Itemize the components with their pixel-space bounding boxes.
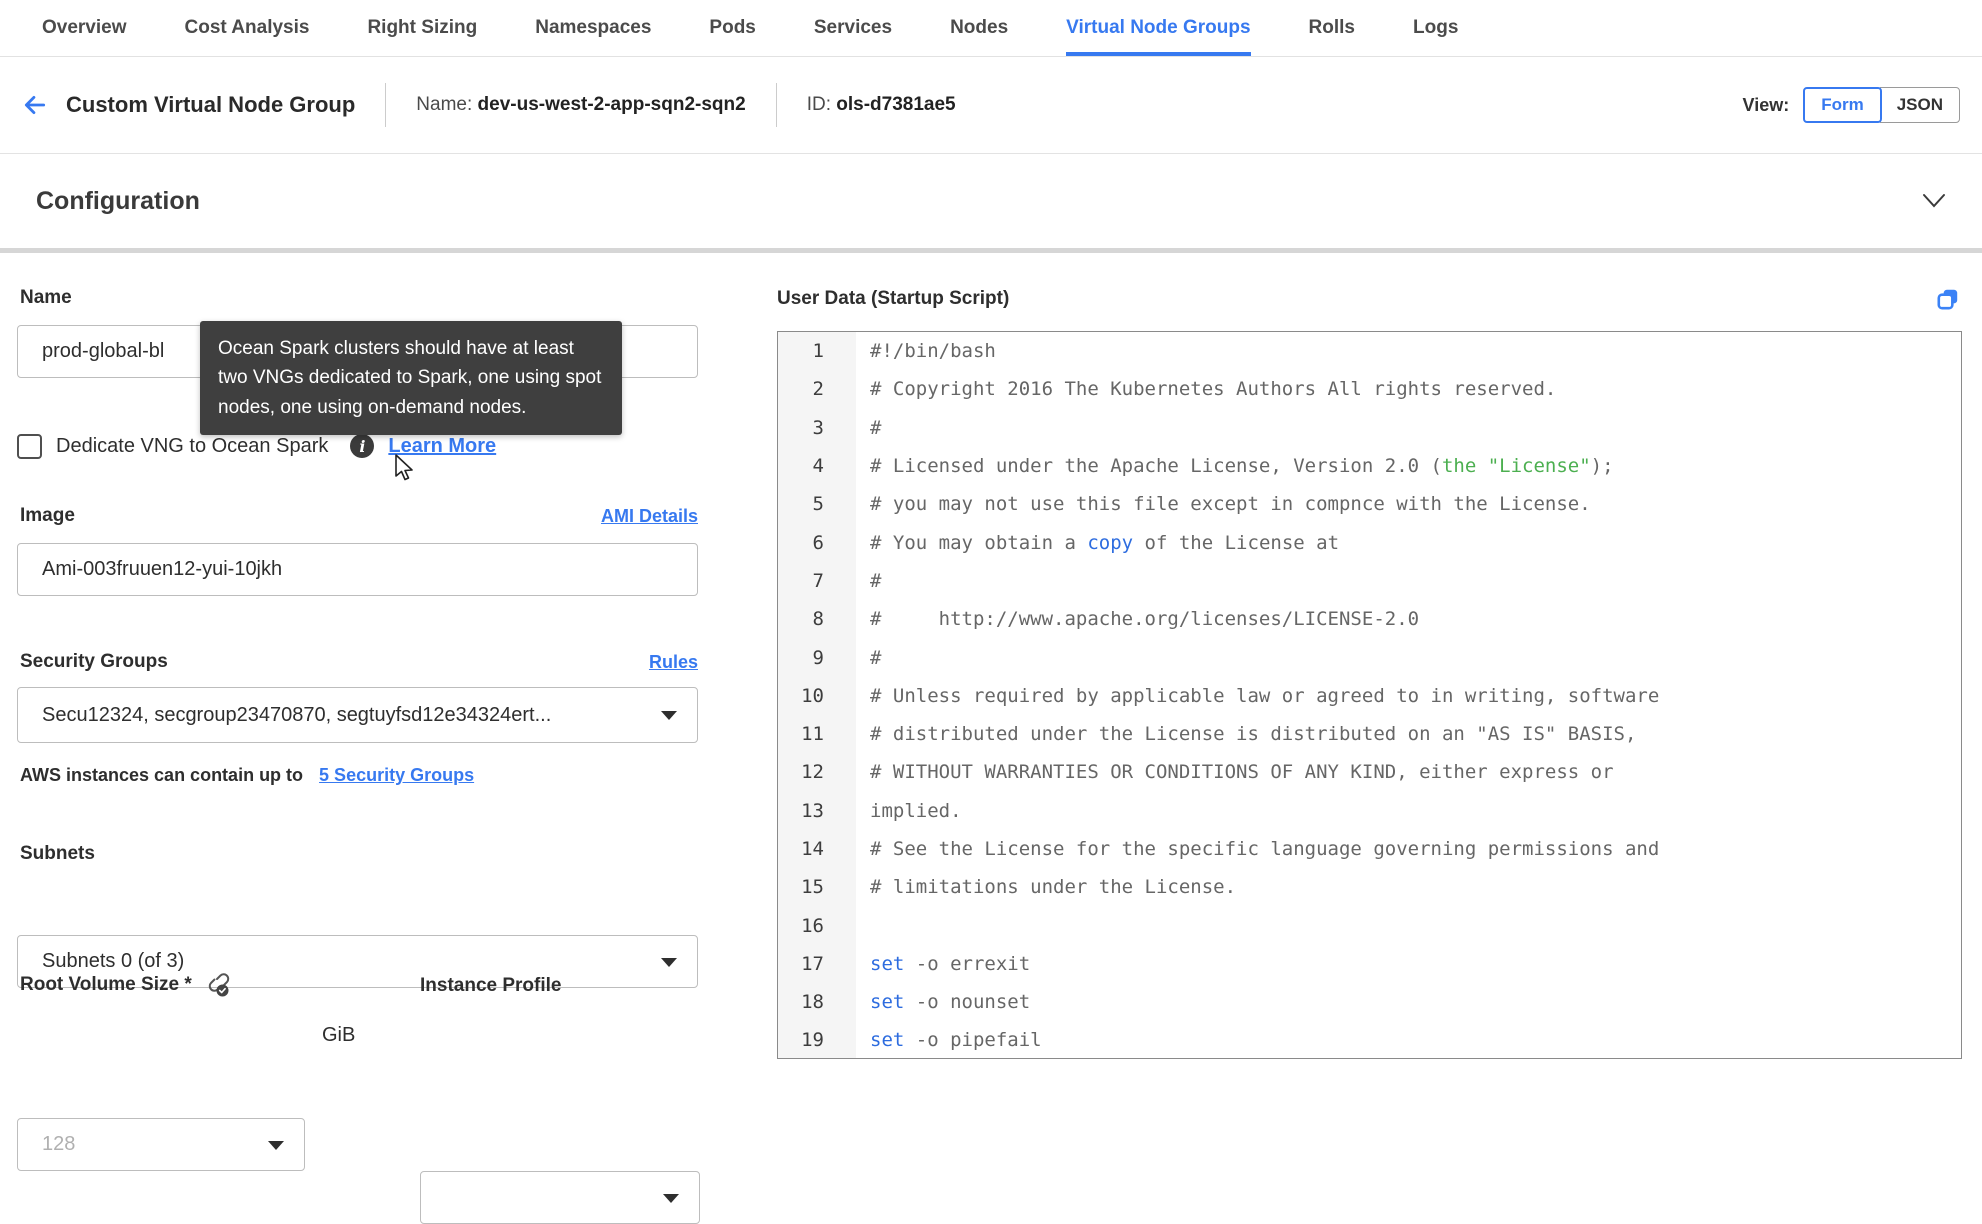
ami-details-link[interactable]: AMI Details — [601, 506, 698, 527]
security-groups-label-row: Security Groups Rules — [20, 651, 698, 673]
root-volume-size-select[interactable]: 128 — [17, 1118, 305, 1171]
code-line: 8 # http://www.apache.org/licenses/LICENS… — [778, 600, 1961, 639]
instance-profile-select[interactable] — [420, 1171, 700, 1224]
dedicate-vng-checkbox[interactable] — [17, 433, 42, 459]
code-line: 17 set -o errexit — [778, 944, 1961, 984]
dedicate-vng-row: Dedicate VNG to Ocean Spark i Learn More — [17, 431, 496, 461]
tab-rolls[interactable]: Rolls — [1309, 0, 1355, 56]
divider — [775, 83, 777, 127]
view-form-button[interactable]: Form — [1803, 87, 1882, 123]
top-nav: Overview Cost Analysis Right Sizing Namespa… — [0, 0, 1982, 57]
code-line: 4 # Licensed under the Apache License, Ve… — [778, 446, 1961, 486]
subnets-label: Subnets — [20, 843, 95, 864]
code-line: 11 # distributed under the License is dis… — [778, 714, 1961, 754]
divider — [385, 83, 387, 127]
caret-down-icon — [663, 1193, 679, 1203]
code-line: 3 # — [778, 408, 1961, 447]
configuration-content: Name prod-global-bl Ocean Spark clusters… — [0, 253, 1982, 1224]
code-line: 10 # Unless required by applicable law or… — [778, 676, 1961, 715]
code-line: 16 — [778, 906, 1961, 945]
info-icon[interactable]: i — [350, 434, 375, 458]
image-label: Image — [20, 505, 75, 526]
cursor-pointer-icon — [392, 453, 418, 483]
back-arrow-icon[interactable] — [20, 90, 54, 120]
code-line: 12 # WITHOUT WARRANTIES OR CONDITIONS OF … — [778, 753, 1961, 792]
configuration-title: Configuration — [36, 186, 200, 215]
code-editor[interactable]: 1 #!/bin/bash 2 # Copyright 2016 The Kubern… — [777, 331, 1962, 1059]
vng-id-meta: ID: ols-d7381ae5 — [806, 94, 956, 115]
root-volume-label-row: Root Volume Size * — [20, 971, 231, 998]
user-data-title: User Data (Startup Script) — [777, 288, 1010, 309]
copy-icon[interactable] — [1934, 285, 1962, 313]
configuration-section-header[interactable]: Configuration — [0, 154, 1982, 248]
rules-link[interactable]: Rules — [649, 652, 698, 673]
tab-logs[interactable]: Logs — [1413, 0, 1458, 56]
code-line: 9 # — [778, 638, 1961, 677]
tab-right-sizing[interactable]: Right Sizing — [367, 0, 477, 56]
caret-down-icon — [268, 1140, 284, 1150]
image-label-row: Image AMI Details — [20, 505, 698, 527]
code-line: 5 # you may not use this file except in c… — [778, 485, 1961, 524]
code-line: 18 set -o nounset — [778, 983, 1961, 1022]
image-input[interactable]: Ami-003fruuen12-yui-10jkh — [17, 543, 698, 596]
gib-unit-label: GiB — [322, 1024, 356, 1046]
helper-text: AWS instances can contain up to — [20, 765, 304, 785]
caret-down-icon — [661, 957, 677, 967]
code-line: 1 #!/bin/bash — [778, 332, 1961, 371]
ocean-spark-tooltip: Ocean Spark clusters should have at leas… — [200, 321, 622, 436]
view-json-button[interactable]: JSON — [1879, 87, 1960, 123]
tab-services[interactable]: Services — [814, 0, 892, 56]
security-groups-label: Security Groups — [20, 651, 168, 672]
instance-profile-label: Instance Profile — [420, 975, 562, 996]
security-groups-helper: AWS instances can contain up to 5 Securi… — [20, 765, 474, 786]
chevron-down-icon[interactable] — [1922, 193, 1946, 209]
code-line: 13 implied. — [778, 791, 1961, 830]
view-label: View: — [1742, 94, 1790, 115]
view-toggle: Form JSON — [1803, 87, 1960, 123]
caret-down-icon — [661, 711, 677, 720]
tab-overview[interactable]: Overview — [42, 0, 127, 56]
code-line: 7 # — [778, 561, 1961, 601]
tab-nodes[interactable]: Nodes — [950, 0, 1008, 56]
five-security-groups-link[interactable]: 5 Security Groups — [319, 765, 474, 786]
root-volume-label: Root Volume Size * — [20, 973, 192, 995]
code-line: 15 # limitations under the License. — [778, 868, 1961, 907]
tab-virtual-node-groups[interactable]: Virtual Node Groups — [1066, 0, 1251, 56]
dedicate-vng-label: Dedicate VNG to Ocean Spark — [56, 434, 329, 457]
tab-pods[interactable]: Pods — [709, 0, 755, 56]
code-line: 2 # Copyright 2016 The Kubernetes Authors… — [778, 370, 1961, 409]
vng-name-meta: Name: dev-us-west-2-app-sqn2-sqn2 — [416, 94, 746, 115]
tab-namespaces[interactable]: Namespaces — [535, 0, 651, 56]
name-label: Name — [20, 287, 72, 308]
page-title: Custom Virtual Node Group — [66, 92, 356, 117]
user-data-header: User Data (Startup Script) — [777, 285, 1962, 313]
security-groups-select[interactable]: Secu12324, secgroup23470870, segtuyfsd12… — [17, 687, 698, 743]
code-line: 19 set -o pipefail — [778, 1021, 1961, 1058]
page-header: Custom Virtual Node Group Name: dev-us-w… — [0, 57, 1982, 154]
link-check-icon[interactable] — [204, 971, 231, 998]
code-line: 14 # See the License for the specific lan… — [778, 829, 1961, 869]
code-line: 6 # You may obtain a copy of the License … — [778, 523, 1961, 562]
tab-cost-analysis[interactable]: Cost Analysis — [185, 0, 310, 56]
